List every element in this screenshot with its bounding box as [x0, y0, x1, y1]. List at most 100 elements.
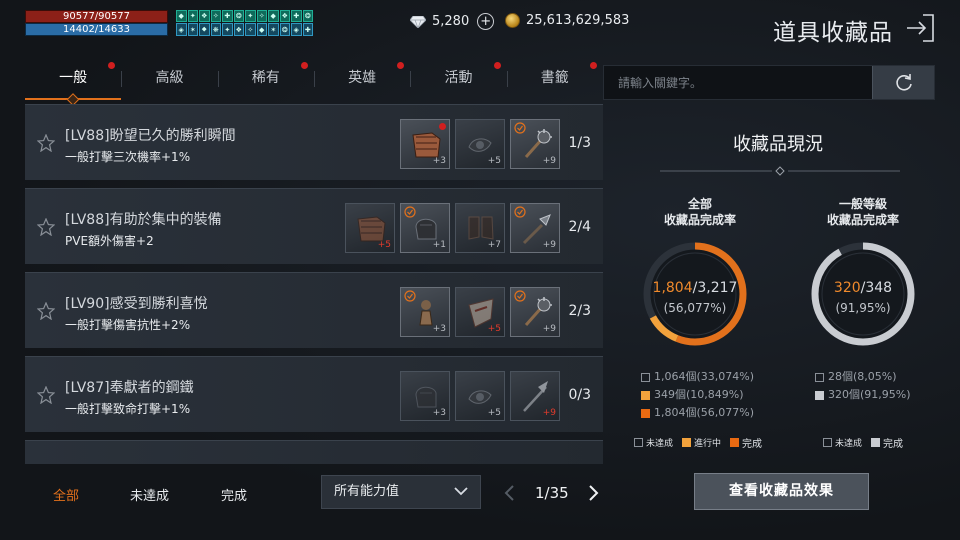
complete-swatch: [641, 408, 650, 418]
item-enhance-level: +5: [377, 240, 391, 250]
refresh-icon: [895, 73, 912, 91]
collection-item-slot[interactable]: +5: [455, 119, 505, 169]
grade-legend-complete-value: 320個(91,95%): [828, 388, 911, 401]
bookmark-star-icon[interactable]: [37, 302, 55, 320]
collection-item-slot[interactable]: +3: [400, 287, 450, 337]
reset-search-button[interactable]: [872, 66, 934, 99]
collection-item-slot[interactable]: +9: [510, 119, 560, 169]
buff-icon[interactable]: ✧: [256, 10, 267, 22]
collection-items: +3 +5 +9: [400, 287, 560, 337]
bookmark-star-icon[interactable]: [37, 218, 55, 236]
collection-title: [LV88]有助於集中的裝備: [65, 212, 222, 228]
stat-dropdown-value: 所有能力值: [334, 484, 400, 499]
exit-icon[interactable]: [905, 13, 935, 43]
collection-progress: 2/4: [568, 219, 591, 235]
buff-icon[interactable]: ❂: [233, 10, 244, 22]
collection-item-slot[interactable]: +5: [455, 371, 505, 421]
legend-complete-value: 1,804個(56,077%): [654, 406, 755, 419]
collection-item-slot[interactable]: +3: [400, 371, 450, 421]
tab-5[interactable]: 書籤: [507, 62, 603, 100]
buff-icon[interactable]: ◈: [176, 23, 187, 36]
buff-icon[interactable]: ❂: [302, 10, 313, 22]
search-input[interactable]: [604, 66, 872, 99]
add-diamond-button[interactable]: +: [477, 13, 495, 30]
buff-icon[interactable]: ◈: [291, 23, 302, 36]
tab-2[interactable]: 稀有: [218, 62, 314, 100]
collection-row[interactable]: [LV88]有助於集中的裝備 PVE額外傷害+2 2/4 +5 +1 +7 +9: [25, 188, 603, 264]
buff-icon[interactable]: ❖: [279, 10, 290, 22]
collection-item-slot[interactable]: +5: [455, 287, 505, 337]
collection-row[interactable]: [LV88]盼望已久的勝利瞬間 一般打擊三次機率+1% 1/3 +3 +5 +9: [25, 104, 603, 180]
buff-icon[interactable]: ✧: [245, 23, 256, 36]
notification-dot: [300, 62, 308, 69]
buff-icon[interactable]: ✚: [302, 23, 313, 36]
collection-progress: 2/3: [568, 303, 591, 319]
buff-icon[interactable]: ❋: [210, 23, 221, 36]
mp-bar: 14402/14633: [25, 23, 168, 36]
buff-icon[interactable]: ✚: [222, 10, 233, 22]
bookmark-star-icon[interactable]: [37, 134, 55, 152]
buff-icon[interactable]: ◆: [176, 10, 187, 22]
filter-incomplete[interactable]: 未達成: [130, 485, 169, 504]
search-box: [603, 65, 935, 100]
tab-label: 稀有: [251, 70, 280, 86]
filter-all[interactable]: 全部: [53, 485, 79, 504]
buff-icon[interactable]: ✦: [222, 23, 233, 36]
collection-row[interactable]: [LV87]奉獻者的鋼鐵 一般打擊致命打擊+1% 0/3 +3 +5 +9: [25, 356, 603, 432]
collection-item-slot[interactable]: +9: [510, 371, 560, 421]
view-collection-effect-button[interactable]: 查看收藏品效果: [694, 473, 869, 510]
total-count: /3,217: [692, 280, 738, 296]
total-rate-label-line2: 收藏品完成率: [663, 213, 736, 227]
total-rate-label: 全部 收藏品完成率: [655, 196, 745, 228]
buff-icon[interactable]: ❂: [279, 23, 290, 36]
buff-icon[interactable]: ❖: [199, 10, 210, 22]
buff-icon[interactable]: ✧: [210, 10, 221, 22]
buff-icon[interactable]: ⬥: [199, 23, 210, 36]
filter-complete[interactable]: 完成: [221, 485, 247, 504]
notification-dot: [439, 123, 446, 130]
buff-icon[interactable]: ◆: [256, 23, 267, 36]
buff-icon[interactable]: ✶: [268, 23, 279, 36]
stat-dropdown[interactable]: 所有能力值: [321, 475, 481, 509]
buff-icon[interactable]: ✶: [187, 23, 198, 36]
tab-0[interactable]: 一般: [25, 62, 122, 100]
buff-icon[interactable]: ✦: [187, 10, 198, 22]
diamond-amount: 5,280: [432, 14, 470, 29]
buff-icon[interactable]: ❖: [233, 23, 244, 36]
total-rate-ring: 1,804/3,217 (56,077%): [639, 238, 751, 350]
item-enhance-level: +5: [487, 408, 501, 418]
buff-icon[interactable]: ✦: [245, 10, 256, 22]
collection-row-partial[interactable]: [25, 440, 603, 464]
collection-items: +5 +1 +7 +9: [345, 203, 560, 253]
tab-label: 高級: [155, 70, 184, 86]
collection-title: [LV90]感受到勝利喜悅: [65, 296, 208, 312]
collection-title: [LV88]盼望已久的勝利瞬間: [65, 128, 236, 144]
collection-item-slot[interactable]: +9: [510, 287, 560, 337]
key-complete-swatch: [730, 438, 740, 447]
collection-list[interactable]: [LV88]盼望已久的勝利瞬間 一般打擊三次機率+1% 1/3 +3 +5 +9 [LV88…: [25, 104, 603, 464]
item-enhance-level: +9: [542, 240, 556, 250]
prev-page-icon[interactable]: [503, 484, 515, 502]
collection-item-slot[interactable]: +5: [345, 203, 395, 253]
bookmark-star-icon[interactable]: [37, 386, 55, 404]
collection-item-slot[interactable]: +7: [455, 203, 505, 253]
collection-item-slot[interactable]: +9: [510, 203, 560, 253]
page-title: 道具收藏品: [773, 20, 893, 46]
collection-row[interactable]: [LV90]感受到勝利喜悅 一般打擊傷害抗性+2% 2/3 +3 +5 +9: [25, 272, 603, 348]
collection-item-slot[interactable]: +3: [400, 119, 450, 169]
total-rate-label-line1: 全部: [687, 197, 712, 211]
buff-icon[interactable]: ✚: [291, 10, 302, 22]
tab-1[interactable]: 高級: [121, 62, 217, 100]
collection-item-slot[interactable]: +1: [400, 203, 450, 253]
collection-effect: 一般打擊致命打擊+1%: [65, 402, 191, 416]
collection-title: [LV87]奉獻者的鋼鐵: [65, 380, 194, 396]
tab-3[interactable]: 英雄: [314, 62, 410, 100]
tab-4[interactable]: 活動: [410, 62, 506, 100]
next-page-icon[interactable]: [588, 484, 600, 502]
collection-effect: 一般打擊三次機率+1%: [65, 150, 191, 164]
buff-icon[interactable]: ◆: [268, 10, 279, 22]
grade-rate-label-line2: 收藏品完成率: [826, 213, 899, 227]
buff-icons[interactable]: ◆ ✦ ❖ ✧ ✚ ❂ ✦ ✧ ◆ ❖ ✚ ❂ ◈ ✶ ⬥ ❋ ✦ ❖ ✧ ◆ ✶ ❂ ◈ ✚: [176, 10, 313, 36]
key-incomplete-swatch: [634, 438, 643, 447]
check-circle-icon: [404, 290, 416, 302]
